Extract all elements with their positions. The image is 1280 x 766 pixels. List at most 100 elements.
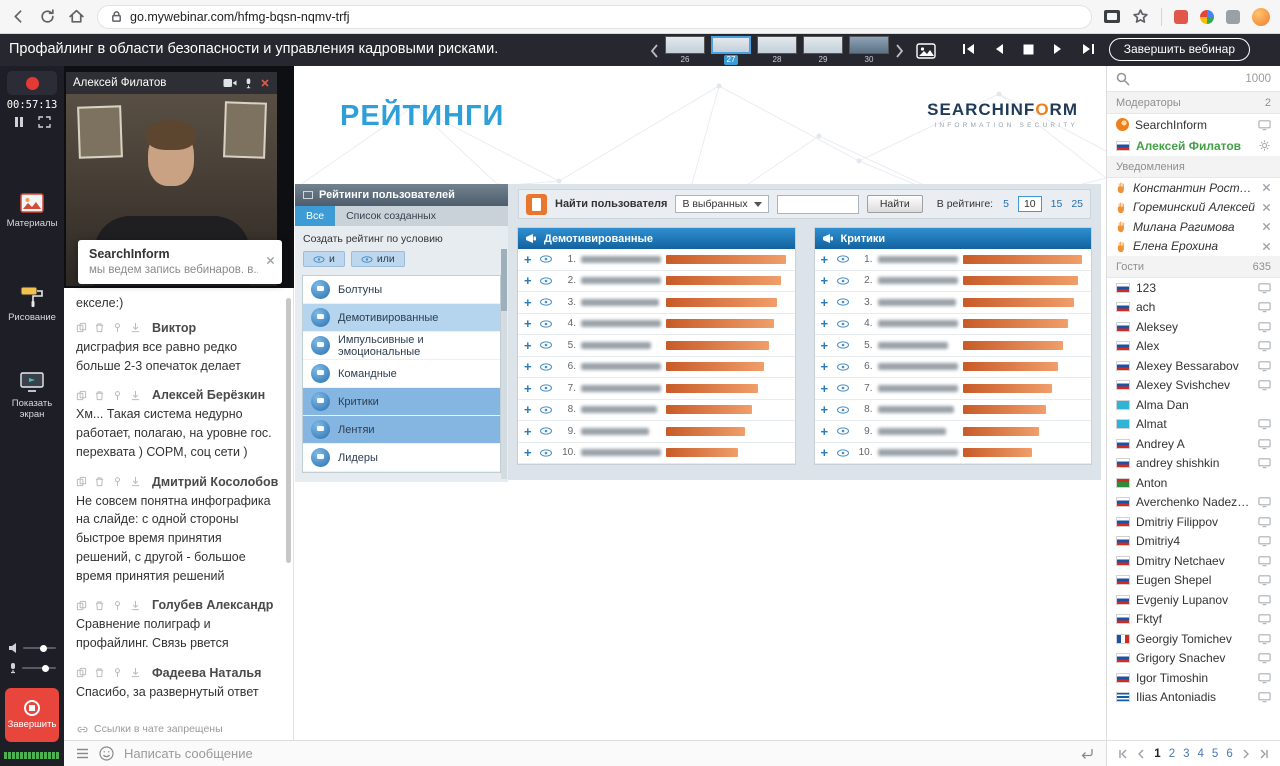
eye-icon[interactable]: [836, 320, 850, 328]
guest-row[interactable]: 123: [1107, 278, 1280, 298]
chat-scrollbar[interactable]: [286, 298, 291, 563]
speaker-volume-control[interactable]: [8, 642, 56, 654]
guest-row[interactable]: Anton: [1107, 473, 1280, 493]
condition-and-toggle[interactable]: и: [303, 251, 345, 267]
page-size-option[interactable]: 10: [1017, 196, 1042, 212]
record-button[interactable]: [7, 71, 57, 95]
drawing-button[interactable]: Рисование: [0, 284, 64, 323]
dismiss-notification-icon[interactable]: [1262, 203, 1271, 212]
address-bar[interactable]: go.mywebinar.com/hfmg-bqsn-nqmv-trfj: [97, 4, 1092, 29]
eye-icon[interactable]: [836, 406, 850, 414]
slide-thumbnail-29[interactable]: 29: [801, 36, 845, 65]
slide-thumbnail-30[interactable]: 30: [847, 36, 891, 65]
block-user-icon[interactable]: [130, 667, 141, 678]
pagination-first-icon[interactable]: [1118, 749, 1128, 759]
eye-icon[interactable]: [539, 406, 553, 414]
category-item[interactable]: Командные: [303, 360, 500, 388]
add-icon[interactable]: +: [821, 253, 831, 266]
delete-message-icon[interactable]: [94, 390, 105, 401]
dismiss-notification-icon[interactable]: [1262, 183, 1271, 192]
notification-row[interactable]: Гореминский Алексей: [1107, 198, 1280, 218]
tab-all[interactable]: Все: [295, 206, 336, 226]
add-icon[interactable]: +: [524, 296, 534, 309]
eye-icon[interactable]: [539, 449, 553, 457]
prev-slide-button[interactable]: [994, 43, 1004, 55]
copy-message-icon[interactable]: [76, 476, 87, 487]
send-return-icon[interactable]: [1080, 748, 1094, 760]
eye-icon[interactable]: [539, 363, 553, 371]
guest-row[interactable]: Alex: [1107, 337, 1280, 357]
guest-row[interactable]: Igor Timoshin: [1107, 668, 1280, 688]
page-number[interactable]: 5: [1212, 748, 1218, 760]
add-icon[interactable]: +: [821, 339, 831, 352]
find-button[interactable]: Найти: [866, 195, 923, 213]
category-item[interactable]: Болтуны: [303, 276, 500, 304]
copy-message-icon[interactable]: [76, 600, 87, 611]
fullscreen-icon[interactable]: [37, 116, 51, 128]
page-number[interactable]: 1: [1154, 748, 1160, 760]
eye-icon[interactable]: [539, 320, 553, 328]
last-slide-button[interactable]: [1082, 43, 1095, 55]
add-icon[interactable]: +: [821, 403, 831, 416]
page-number[interactable]: 6: [1226, 748, 1232, 760]
guest-row[interactable]: Andrey A: [1107, 434, 1280, 454]
slide-thumbnail-28[interactable]: 28: [755, 36, 799, 65]
guest-row[interactable]: Ilias Antoniadis: [1107, 688, 1280, 708]
thumbs-prev-icon[interactable]: [650, 43, 659, 58]
pin-message-icon[interactable]: [112, 667, 123, 678]
guest-row[interactable]: Alma Dan: [1107, 395, 1280, 415]
eye-icon[interactable]: [836, 449, 850, 457]
copy-message-icon[interactable]: [76, 390, 87, 401]
first-slide-button[interactable]: [962, 43, 975, 55]
dismiss-notification-icon[interactable]: [1262, 222, 1271, 231]
page-size-option[interactable]: 5: [1003, 198, 1009, 210]
camera-icon[interactable]: [223, 78, 237, 88]
user-search-input[interactable]: [776, 194, 859, 214]
guest-row[interactable]: andrey shishkin: [1107, 454, 1280, 474]
block-user-icon[interactable]: [130, 600, 141, 611]
dismiss-notification-icon[interactable]: [1262, 242, 1271, 251]
guest-row[interactable]: Alexey Svishchev: [1107, 376, 1280, 396]
page-size-option[interactable]: 15: [1051, 198, 1063, 210]
copy-message-icon[interactable]: [76, 667, 87, 678]
delete-message-icon[interactable]: [94, 322, 105, 333]
delete-message-icon[interactable]: [94, 600, 105, 611]
slide-thumbnail-26[interactable]: 26: [663, 36, 707, 65]
mic-icon[interactable]: [244, 78, 253, 89]
add-icon[interactable]: +: [821, 296, 831, 309]
block-user-icon[interactable]: [130, 390, 141, 401]
back-icon[interactable]: [10, 8, 27, 25]
chat-menu-icon[interactable]: [76, 748, 89, 759]
add-icon[interactable]: +: [821, 360, 831, 373]
eye-icon[interactable]: [539, 341, 553, 349]
copy-message-icon[interactable]: [76, 322, 87, 333]
moderator-row[interactable]: Алексей Филатов: [1107, 135, 1280, 156]
home-icon[interactable]: [68, 8, 85, 25]
close-pinned-icon[interactable]: [266, 256, 275, 265]
pin-message-icon[interactable]: [112, 390, 123, 401]
pin-message-icon[interactable]: [112, 322, 123, 333]
eye-icon[interactable]: [539, 298, 553, 306]
add-icon[interactable]: +: [524, 317, 534, 330]
sidebar-scrollbar[interactable]: [501, 249, 507, 479]
add-icon[interactable]: +: [524, 360, 534, 373]
eye-icon[interactable]: [539, 427, 553, 435]
close-video-icon[interactable]: [260, 78, 270, 88]
page-number[interactable]: 4: [1198, 748, 1204, 760]
guest-row[interactable]: Georgiy Tomichev: [1107, 629, 1280, 649]
tab-created-list[interactable]: Список созданных: [335, 206, 447, 226]
page-number[interactable]: 3: [1183, 748, 1189, 760]
eye-icon[interactable]: [539, 255, 553, 263]
delete-message-icon[interactable]: [94, 476, 105, 487]
refresh-icon[interactable]: [39, 8, 56, 25]
add-icon[interactable]: +: [524, 425, 534, 438]
category-item[interactable]: Импульсивные и эмоциональные: [303, 332, 500, 360]
page-number[interactable]: 2: [1169, 748, 1175, 760]
profile-avatar[interactable]: [1252, 7, 1270, 26]
guest-row[interactable]: Eugen Shepel: [1107, 571, 1280, 591]
notification-row[interactable]: Елена Ерохина: [1107, 237, 1280, 257]
guest-row[interactable]: Evgeniy Lupanov: [1107, 590, 1280, 610]
next-slide-button[interactable]: [1053, 43, 1063, 55]
condition-or-toggle[interactable]: или: [350, 251, 405, 267]
end-webinar-button[interactable]: Завершить вебинар: [1108, 38, 1250, 61]
